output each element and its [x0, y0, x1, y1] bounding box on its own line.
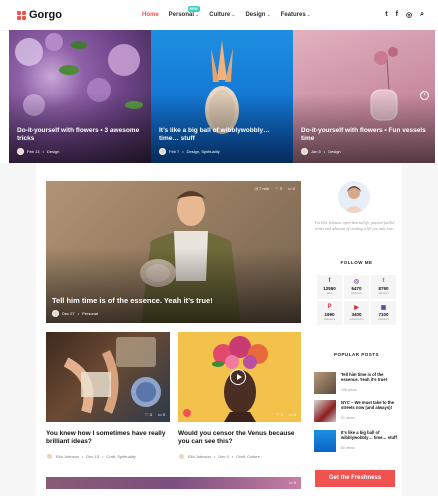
next-post-image[interactable]: ▭ 0 — [46, 477, 301, 489]
next-arrow-icon[interactable]: › — [420, 91, 429, 100]
site-header: Gorgo Home Personal⌄ NEW Culture⌄ Design⌄… — [0, 0, 438, 31]
pinterest-counter[interactable]: P 1990 followers — [317, 301, 342, 325]
popular-post[interactable]: Tell him time is of the essence. Yeah it… — [314, 372, 400, 394]
card-image[interactable]: ♡ 3 ▭ 0 — [46, 332, 170, 422]
slide[interactable]: › Do-it-yourself with flowers • Fun vess… — [293, 30, 435, 163]
avatar — [52, 310, 59, 317]
card-stats: ♡ 3 ▭ 0 — [276, 412, 296, 417]
popular-heading: POPULAR POSTS — [333, 352, 379, 357]
get-freshness-button[interactable]: Get the Freshness — [315, 470, 395, 487]
header-social: t f ◎ ⌕ — [385, 11, 424, 19]
social-counters: f 12550 likes ◎ 6470 followers t 8790 follower… — [317, 275, 396, 325]
popular-post[interactable]: NYC – We must take to the streets now (a… — [314, 400, 400, 422]
twitter-icon[interactable]: t — [385, 11, 387, 19]
instagram-icon[interactable]: ◎ — [406, 11, 412, 19]
comment-icon[interactable]: ▭ 0 — [288, 186, 295, 191]
card-meta: Ella Johnson • Dec 13 • Craft, Spirituality — [46, 453, 136, 460]
heart-icon[interactable]: ♡ 3 — [276, 412, 283, 417]
facebook-icon: f — [328, 278, 331, 284]
popular-thumb — [314, 400, 336, 422]
video-badge-icon — [183, 409, 191, 417]
card-meta: Ella Johnson • Dec 4 • Craft, Culture — [178, 453, 260, 460]
popular-post[interactable]: It’s like a big ball of wibblywobbly… ti… — [314, 430, 400, 452]
clock-icon: ◷ 7 min — [254, 186, 269, 191]
comment-icon[interactable]: ▭ 0 — [289, 412, 296, 417]
popular-title[interactable]: It’s like a big ball of wibblywobbly… ti… — [341, 430, 401, 440]
new-badge: NEW — [187, 6, 200, 12]
avatar — [46, 453, 53, 460]
logo-icon — [17, 10, 26, 20]
search-icon[interactable]: ⌕ — [420, 11, 424, 19]
chevron-down-icon: ⌄ — [195, 12, 200, 18]
avatar — [301, 148, 308, 155]
heart-icon[interactable]: ♡ 3 — [275, 186, 282, 191]
popular-views: 91 views — [341, 416, 355, 420]
slide-meta: Jan 5 • Design — [301, 148, 341, 155]
nav-item-personal[interactable]: Personal⌄ NEW — [169, 6, 200, 18]
comment-icon[interactable]: ▭ 0 — [158, 412, 165, 417]
avatar — [178, 453, 185, 460]
popular-views: 80 views — [341, 446, 355, 450]
twitch-counter[interactable]: ▣ 7100 followers — [371, 301, 396, 325]
nav-item-culture[interactable]: Culture⌄ — [209, 12, 235, 18]
featured-stats: ◷ 7 min ♡ 3 ▭ 0 — [255, 186, 295, 191]
heart-icon[interactable]: ♡ 3 — [145, 412, 152, 417]
popular-title[interactable]: Tell him time is of the essence. Yeah it… — [341, 372, 401, 382]
slide-meta: Feb 7 • Design, Spirituality — [159, 148, 220, 155]
nav-item-home[interactable]: Home — [142, 12, 159, 18]
facebook-counter[interactable]: f 12550 likes — [317, 275, 342, 299]
avatar — [17, 148, 24, 155]
card-title[interactable]: Would you censor the Venus because you c… — [178, 430, 301, 446]
card-title[interactable]: You knew how I sometimes have really bri… — [46, 430, 170, 446]
twitter-icon: t — [382, 278, 385, 284]
author-avatar[interactable] — [338, 181, 370, 213]
chevron-down-icon: ⌄ — [266, 12, 271, 18]
play-icon[interactable] — [230, 369, 246, 385]
youtube-counter[interactable]: ▶ 3400 subscribers — [344, 301, 369, 325]
main-nav: Home Personal⌄ NEW Culture⌄ Design⌄ Featu… — [142, 6, 311, 18]
twitter-counter[interactable]: t 8790 followers — [371, 275, 396, 299]
pinterest-icon: P — [327, 304, 332, 310]
facebook-icon[interactable]: f — [396, 11, 398, 19]
slide[interactable]: It’s like a big ball of wibblywobbly… ti… — [151, 30, 293, 163]
featured-title[interactable]: Tell him time is of the essence. Yeah it… — [52, 296, 222, 305]
card-image[interactable]: ♡ 3 ▭ 0 — [178, 332, 301, 422]
chevron-down-icon: ⌄ — [231, 12, 236, 18]
popular-title[interactable]: NYC – We must take to the streets now (a… — [341, 400, 401, 410]
popular-thumb — [314, 372, 336, 394]
nav-item-features[interactable]: Features⌄ — [281, 12, 311, 18]
author-bio: I’m Ella Johnson: open-hearted life, pas… — [314, 221, 395, 231]
avatar — [159, 148, 166, 155]
chevron-down-icon: ⌄ — [306, 12, 311, 18]
instagram-counter[interactable]: ◎ 6470 followers — [344, 275, 369, 299]
twitch-icon: ▣ — [380, 305, 387, 311]
nav-item-design[interactable]: Design⌄ — [245, 12, 270, 18]
hero-slider: Do-it-yourself with flowers • 3 awesome … — [9, 30, 435, 163]
popular-views: 106 views — [341, 388, 357, 392]
slide-title[interactable]: It’s like a big ball of wibblywobbly… ti… — [159, 127, 287, 143]
logo-text: Gorgo — [29, 9, 62, 21]
popular-thumb — [314, 430, 336, 452]
featured-post[interactable]: ◷ 7 min ♡ 3 ▭ 0 Tell him time is of the … — [46, 181, 301, 323]
comment-icon[interactable]: ▭ 0 — [289, 480, 296, 485]
follow-heading: FOLLOW ME — [340, 260, 373, 265]
card-stats: ♡ 3 ▭ 0 — [145, 412, 165, 417]
featured-meta: Dec 27 • Personal — [52, 310, 98, 317]
slide-meta: Feb 13 • Design — [17, 148, 59, 155]
logo[interactable]: Gorgo — [17, 9, 62, 21]
slide-title[interactable]: Do-it-yourself with flowers • 3 awesome … — [17, 127, 145, 143]
instagram-icon: ◎ — [353, 279, 360, 285]
card-stats: ▭ 0 — [289, 480, 296, 485]
slide-title[interactable]: Do-it-yourself with flowers • Fun vessel… — [301, 127, 429, 143]
slide[interactable]: Do-it-yourself with flowers • 3 awesome … — [9, 30, 151, 163]
youtube-icon: ▶ — [354, 305, 359, 311]
